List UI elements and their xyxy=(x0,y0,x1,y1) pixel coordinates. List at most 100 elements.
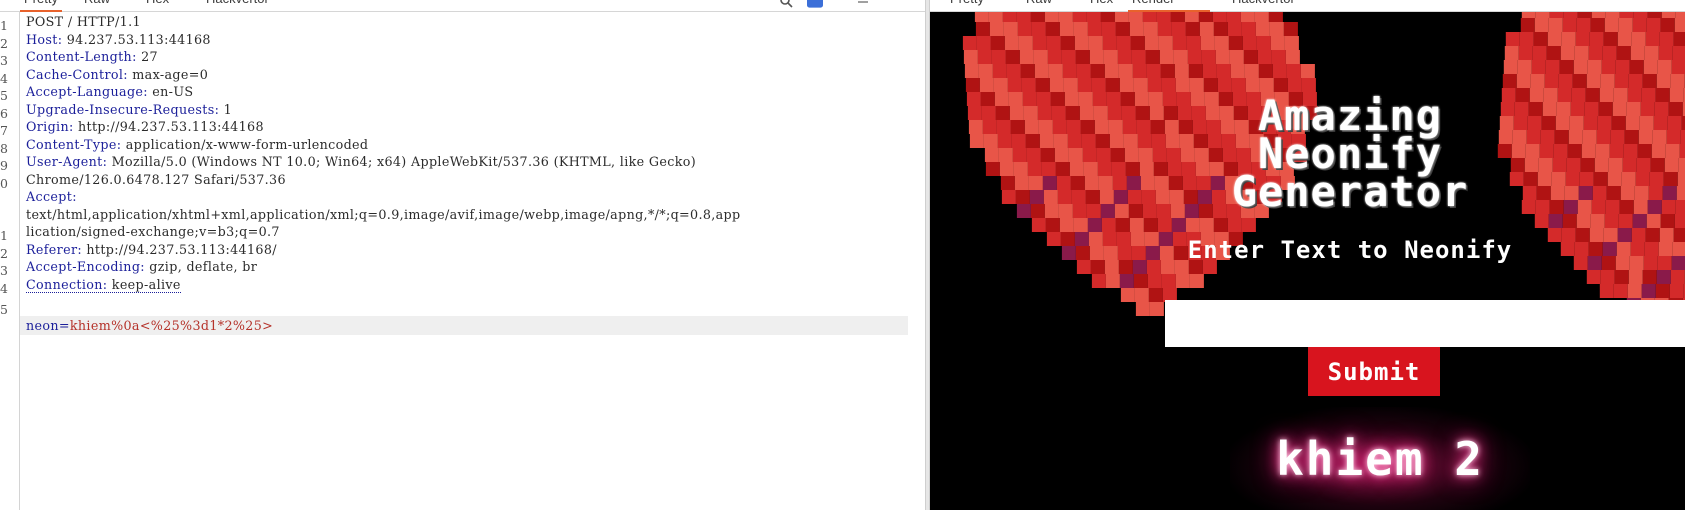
heart-pixel xyxy=(1532,46,1547,60)
heart-pixel xyxy=(1157,218,1172,232)
heart-pixel xyxy=(1103,246,1118,260)
heart-pixel xyxy=(1043,190,1058,204)
neon-text-input[interactable] xyxy=(1165,300,1685,347)
header-content-length: Content-Length: 27 xyxy=(26,49,158,64)
heart-pixel xyxy=(1630,242,1645,256)
search-icon[interactable] xyxy=(779,0,795,10)
header-origin: Origin: http://94.237.53.113:44168 xyxy=(26,119,264,134)
line-number: 4 xyxy=(0,71,8,86)
heart-pixel xyxy=(1046,36,1061,50)
heart-pixel xyxy=(1089,246,1104,260)
heart-pixel xyxy=(1577,200,1592,214)
heart-pixel xyxy=(1584,102,1599,116)
request-text[interactable]: POST / HTTP/1.1 Host: 94.237.53.113:4416… xyxy=(20,12,925,510)
heart-pixel xyxy=(1110,148,1125,162)
heart-pixel xyxy=(1112,176,1127,190)
heart-pixel xyxy=(1036,92,1051,106)
heart-pixel xyxy=(1143,218,1158,232)
heart-pixel xyxy=(1056,176,1071,190)
heart-pixel xyxy=(1518,46,1533,60)
header-key: Content-Length xyxy=(26,49,133,64)
heart-pixel xyxy=(1071,190,1086,204)
tab-hex[interactable]: Hex xyxy=(142,0,173,12)
heart-pixel xyxy=(1013,162,1028,176)
heart-pixel xyxy=(1123,134,1138,148)
tab-raw[interactable]: Raw xyxy=(1022,0,1056,12)
heart-pixel xyxy=(1107,106,1122,120)
line-number: 5 xyxy=(0,302,8,317)
heart-pixel xyxy=(1018,36,1033,50)
heart-pixel xyxy=(1666,130,1681,144)
neon-output-text: khiem 2 xyxy=(1276,432,1484,486)
heart-pixel xyxy=(1548,18,1563,32)
inspector-icon[interactable] xyxy=(807,0,823,10)
heart-pixel xyxy=(1073,22,1088,36)
heart-pixel xyxy=(1084,176,1099,190)
header-value: 27 xyxy=(136,49,158,64)
tab-hackvertor[interactable]: Hackvertor xyxy=(202,0,273,12)
heart-pixel xyxy=(1645,228,1660,242)
heart-pixel xyxy=(1581,144,1596,158)
heart-pixel xyxy=(1600,74,1615,88)
heart-pixel xyxy=(1255,22,1270,36)
heart-pixel xyxy=(1642,74,1657,88)
heart-pixel xyxy=(1557,88,1572,102)
heart-pixel xyxy=(962,36,977,50)
line-number-gutter: 1 2 3 4 5 6 7 8 9 0 1 2 3 4 5 xyxy=(0,12,20,510)
heart-pixel xyxy=(1644,46,1659,60)
tab-hex[interactable]: Hex xyxy=(1086,0,1117,12)
heart-pixel xyxy=(1570,102,1585,116)
heart-pixel xyxy=(1202,64,1217,78)
heart-pixel xyxy=(994,92,1009,106)
heart-pixel xyxy=(1074,232,1089,246)
heart-pixel xyxy=(1011,134,1026,148)
heart-pixel xyxy=(1641,284,1656,298)
heart-pixel xyxy=(1627,88,1642,102)
heart-pixel xyxy=(1212,12,1227,22)
request-editor-pane: Pretty Raw Hex Hackvertor 1 2 3 4 5 6 7 8 9 0 1 2 3 4… xyxy=(0,0,925,510)
heart-pixel xyxy=(1610,130,1625,144)
heart-pixel xyxy=(1653,116,1668,130)
heart-pixel xyxy=(1052,120,1067,134)
tab-hackvertor[interactable]: Hackvertor xyxy=(1228,0,1299,12)
submit-button[interactable]: Submit xyxy=(1308,347,1440,396)
heart-pixel xyxy=(1015,190,1030,204)
header-host: Host: 94.237.53.113:44168 xyxy=(26,32,211,47)
heart-pixel xyxy=(989,22,1004,36)
header-referer: Referer: http://94.237.53.113:44168/ xyxy=(26,242,277,257)
heart-pixel xyxy=(1602,46,1617,60)
heart-pixel xyxy=(1641,88,1656,102)
heart-pixel xyxy=(1601,256,1616,270)
tab-render[interactable]: Render xyxy=(1128,0,1210,12)
heart-pixel xyxy=(1231,78,1246,92)
heart-pixel xyxy=(992,64,1007,78)
tab-pretty[interactable]: Pretty xyxy=(946,0,988,12)
heart-pixel xyxy=(1654,102,1669,116)
heart-pixel xyxy=(1592,186,1607,200)
heart-pixel xyxy=(1007,78,1022,92)
heart-pixel xyxy=(1603,228,1618,242)
tab-pretty[interactable]: Pretty xyxy=(20,0,62,12)
header-value: en-US xyxy=(147,84,194,99)
heart-pixel xyxy=(1661,200,1676,214)
heart-pixel xyxy=(1057,190,1072,204)
heart-pixel xyxy=(1241,218,1256,232)
heart-pixel xyxy=(1590,18,1605,32)
menu-icon[interactable] xyxy=(855,0,871,10)
heart-pixel xyxy=(1079,106,1094,120)
heart-pixel xyxy=(1031,22,1046,36)
heart-pixel xyxy=(1678,158,1685,172)
heart-pixel xyxy=(1062,64,1077,78)
heart-pixel xyxy=(1128,12,1143,22)
heart-pixel xyxy=(983,134,998,148)
heart-pixel xyxy=(1601,60,1616,74)
heart-pixel xyxy=(1016,12,1031,22)
heart-pixel xyxy=(1561,32,1576,46)
heart-pixel xyxy=(1591,12,1606,18)
heart-pixel xyxy=(1016,204,1031,218)
tab-raw[interactable]: Raw xyxy=(80,0,114,12)
header-value: application/x-www-form-urlencoded xyxy=(121,137,369,152)
newline-icon[interactable] xyxy=(831,0,847,10)
heart-pixel xyxy=(1615,60,1630,74)
heart-pixel xyxy=(1026,148,1041,162)
